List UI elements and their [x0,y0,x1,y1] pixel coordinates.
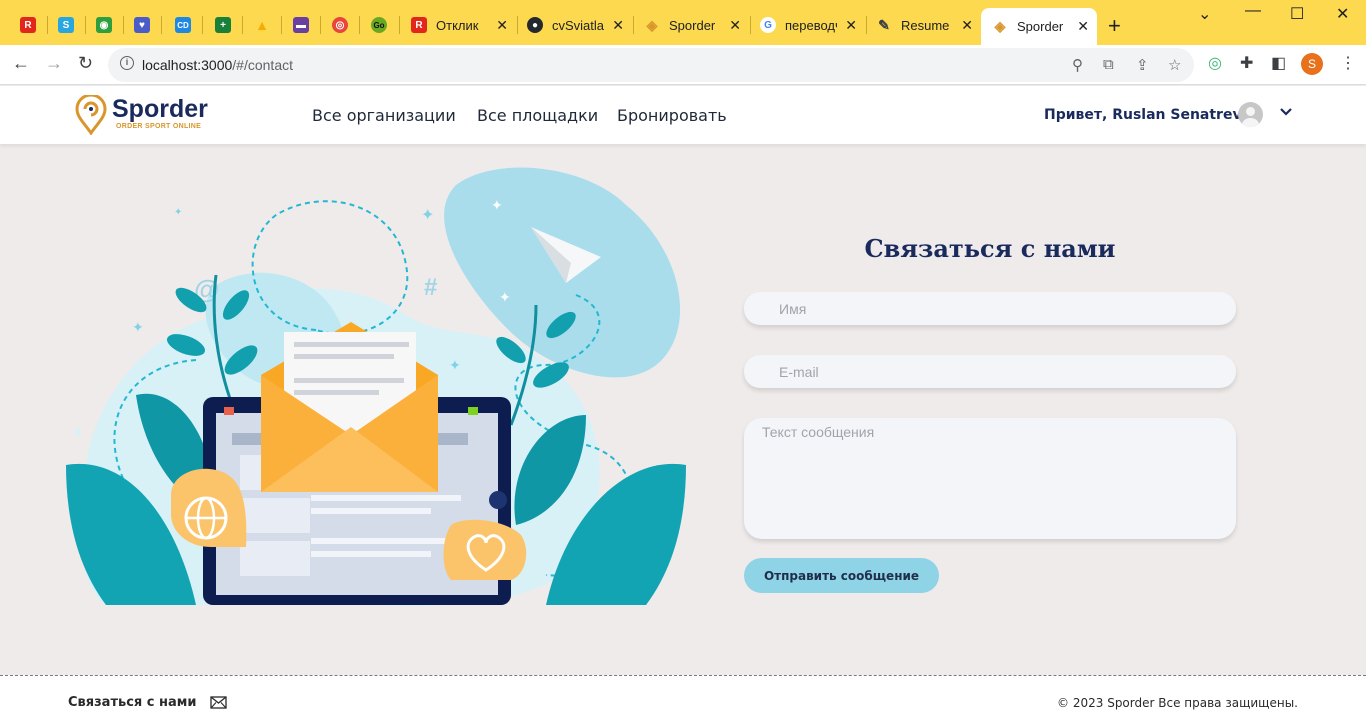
svg-text:✦: ✦ [174,207,182,218]
minimize-icon[interactable]: — [1245,2,1261,20]
new-tab-plus-icon[interactable]: + [1108,13,1121,39]
tab-favicon-icon: ◈ [646,16,658,33]
contact-title: Связаться с нами [864,234,1116,263]
extensions-puzzle-icon[interactable]: ✚ [1240,53,1253,73]
close-tab-icon[interactable]: ✕ [729,17,741,34]
tab-favicon-icon: ▬ [293,17,309,33]
tab-favicon-icon: ◎ [332,17,348,33]
tab-title: Sporder [1017,19,1064,34]
browser-tab-strip: R S ◉ ♥ CD + ▲ ▬ ◎ Go R Отклик ✕ ● cvSvi… [0,0,1366,45]
svg-text:✦: ✦ [449,357,461,373]
tab-favicon-icon: R [411,17,427,33]
tab-title: переводчик [785,17,837,33]
tab-favicon-icon: S [58,17,74,33]
tab-translator[interactable]: G переводчик ✕ [760,8,865,42]
sporder-logo[interactable]: Sporder ORDER SPORT ONLINE [74,95,224,135]
svg-text:✦: ✦ [71,425,84,442]
close-tab-icon[interactable]: ✕ [612,17,624,34]
close-tab-icon[interactable]: ✕ [496,17,508,34]
tab-favicon-icon: ◈ [994,18,1006,34]
tab-favicon-icon: R [20,17,36,33]
svg-text:#: # [424,274,437,301]
location-pin-icon[interactable]: ⚲ [1072,56,1083,74]
tab-favicon-icon: G [760,17,776,33]
svg-text:✦: ✦ [499,289,511,305]
logo-pin-icon [75,95,107,135]
menu-kebab-icon[interactable]: ⋮ [1340,53,1356,73]
tab-favicon-icon: ♥ [134,17,150,33]
tab-sporder[interactable]: ◈ Sporder ✕ [644,8,749,42]
maximize-icon[interactable]: ☐ [1290,4,1304,24]
site-footer: Связаться с нами © 2023 Sporder Все прав… [0,675,1366,724]
forward-arrow-icon[interactable]: → [45,53,63,74]
url-host: localhost:3000 [142,57,233,73]
mail-icon[interactable] [210,696,227,709]
tab-search-chevron-icon[interactable]: ⌄ [1198,4,1211,24]
tab-favicon-icon: ✎ [878,16,890,33]
svg-text:✦: ✦ [132,319,144,335]
tab-title: Отклик [436,17,479,33]
tab-pinned-1[interactable]: R [9,8,47,42]
nav-book[interactable]: Бронировать [617,106,727,125]
profile-avatar[interactable]: S [1301,53,1323,75]
tab-pinned-10[interactable]: Go [360,8,398,42]
nav-all-organizations[interactable]: Все организации [312,106,456,125]
tab-resume[interactable]: ✎ Resume ✕ [876,8,981,42]
send-message-button[interactable]: Отправить сообщение [744,558,939,593]
logo-title: Sporder [112,95,208,123]
user-avatar[interactable] [1238,102,1263,127]
footer-contact-link[interactable]: Связаться с нами [68,695,197,710]
tab-title: Resume [901,17,950,33]
tab-favicon-icon: Go [371,17,387,33]
bookmark-star-icon[interactable]: ☆ [1168,56,1181,74]
tab-favicon-icon: + [215,17,231,33]
tab-favicon-icon: ◉ [96,17,112,33]
share-icon[interactable]: ⇪ [1136,56,1149,74]
tab-favicon-icon: CD [175,17,191,33]
name-field[interactable] [744,292,1236,325]
logo-subtitle: ORDER SPORT ONLINE [116,123,202,130]
tab-favicon-icon: ▲ [255,17,269,33]
svg-text:✦: ✦ [491,197,503,213]
tab-title: cvSviatlana [552,17,604,33]
nav-all-venues[interactable]: Все площадки [477,106,598,125]
site-header: Sporder ORDER SPORT ONLINE Все организац… [0,86,1366,144]
tab-favicon-icon: ● [527,17,543,33]
close-tab-icon[interactable]: ✕ [845,17,857,34]
extension-circle-icon[interactable]: ◎ [1208,53,1222,73]
contact-illustration: ✦ ✦ ✦ ✦ ✦ ✦ ✦ @ # [66,167,686,606]
tab-pinned-5[interactable]: CD [164,8,202,42]
address-bar[interactable]: i localhost:3000/#/contact ⚲ ⧉ ⇪ ☆ [108,48,1194,82]
chevron-down-icon[interactable] [1279,104,1293,120]
tab-pinned-4[interactable]: ♥ [123,8,161,42]
site-info-icon[interactable]: i [120,56,134,70]
tab-sporder-active[interactable]: ◈ Sporder ✕ [981,8,1097,45]
tab-otklik[interactable]: R Отклик ✕ [411,8,516,42]
side-panel-icon[interactable]: ◧ [1271,53,1286,73]
tab-cv[interactable]: ● cvSviatlana ✕ [527,8,632,42]
tab-pinned-7[interactable]: ▲ [243,8,281,42]
tab-title: Sporder [669,17,716,33]
tab-pinned-2[interactable]: S [47,8,85,42]
svg-text:✦: ✦ [421,207,434,224]
message-field[interactable] [744,418,1236,539]
url-path: /#/contact [232,57,293,73]
tab-pinned-8[interactable]: ▬ [282,8,320,42]
reload-icon[interactable]: ↻ [78,53,93,74]
translate-icon[interactable]: ⧉ [1103,56,1114,73]
user-greeting: Привет, Ruslan Senatrev! [1044,107,1248,123]
email-field[interactable] [744,355,1236,388]
tab-pinned-9[interactable]: ◎ [321,8,359,42]
tab-pinned-6[interactable]: + [204,8,242,42]
close-tab-icon[interactable]: ✕ [1077,18,1089,35]
url-text[interactable]: localhost:3000/#/contact [142,57,293,73]
browser-toolbar: ← → ↻ i localhost:3000/#/contact ⚲ ⧉ ⇪ ☆… [0,45,1366,85]
copyright-text: © 2023 Sporder Все права защищены. [1057,696,1298,710]
back-arrow-icon[interactable]: ← [12,53,30,74]
close-window-icon[interactable]: ✕ [1336,4,1349,24]
tab-pinned-3[interactable]: ◉ [85,8,123,42]
close-tab-icon[interactable]: ✕ [961,17,973,34]
